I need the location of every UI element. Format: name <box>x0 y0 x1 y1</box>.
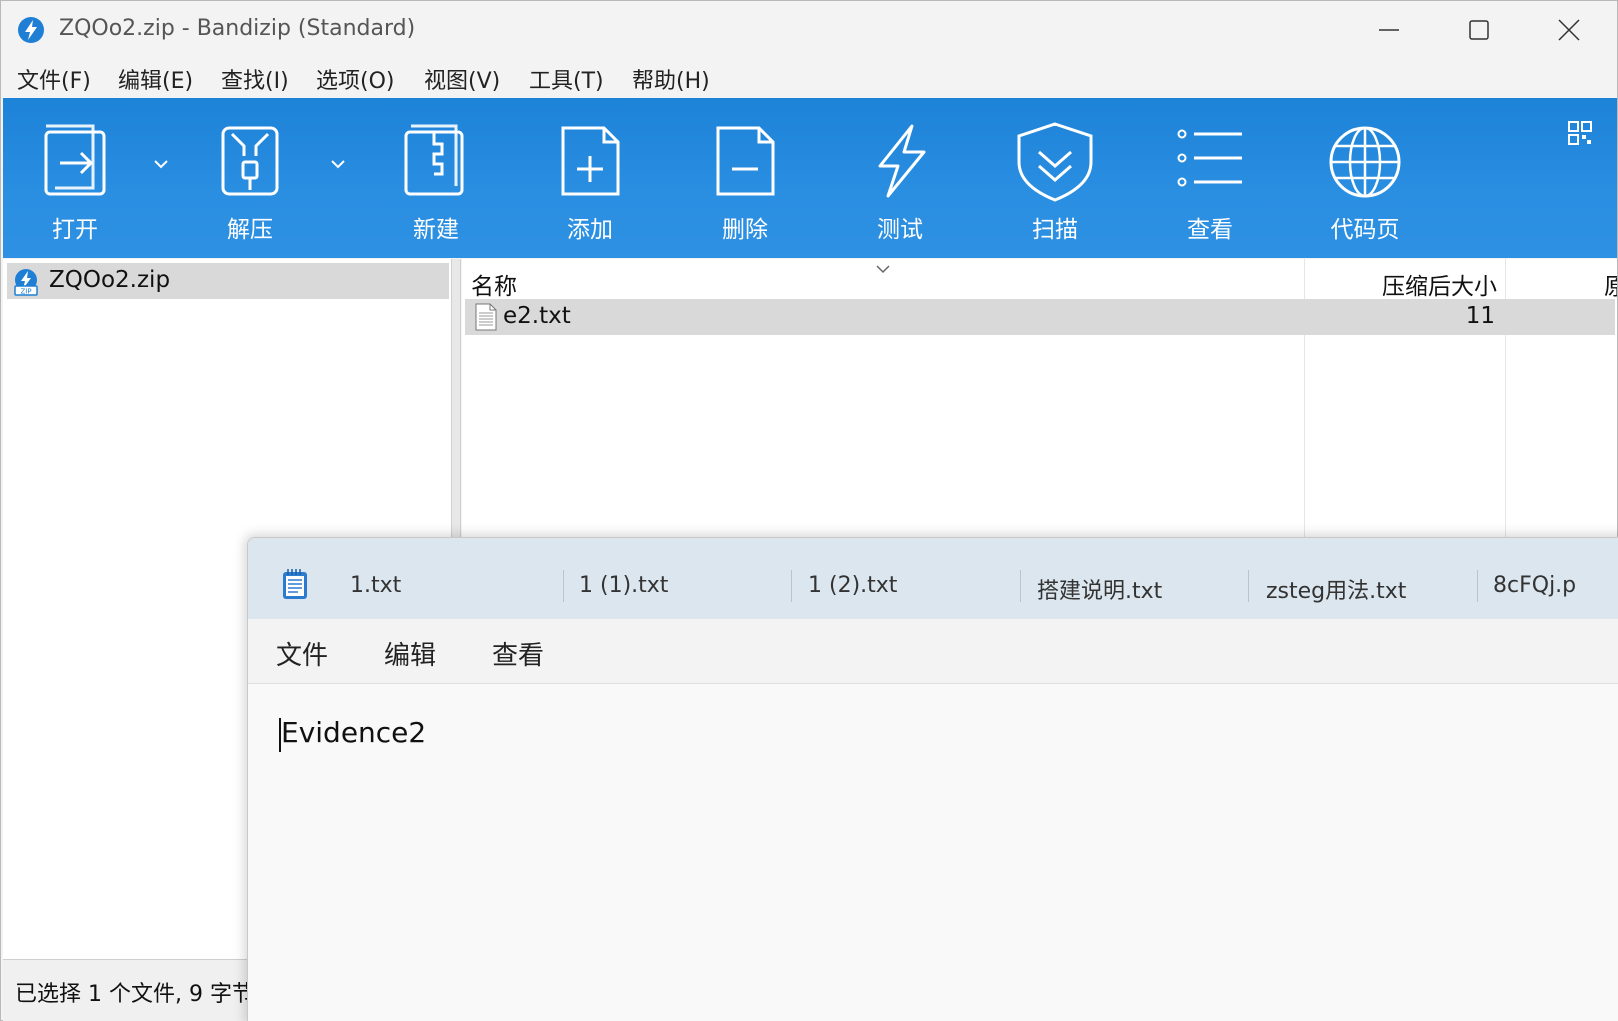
menu-file[interactable]: 文件(F) <box>17 63 91 95</box>
view-button[interactable]: 查看 <box>1150 98 1270 258</box>
tree-item-label: ZQOo2.zip <box>49 267 171 293</box>
text-editor[interactable]: Evidence2 <box>248 684 1618 1021</box>
list-view-icon <box>1177 129 1242 187</box>
tab-1-1-txt[interactable]: 1 (1).txt <box>579 573 668 598</box>
delete-label: 删除 <box>722 217 768 243</box>
tab-separator <box>563 570 564 602</box>
new-archive-icon <box>404 124 464 196</box>
delete-button[interactable]: 删除 <box>685 98 805 258</box>
lightning-icon <box>878 124 926 198</box>
menu-bar: 文件(F) 编辑(E) 查找(I) 选项(O) 视图(V) 工具(T) 帮助(H… <box>1 59 1617 97</box>
open-icon <box>44 124 106 196</box>
tab-separator <box>1477 570 1478 602</box>
scan-label: 扫描 <box>1032 217 1078 243</box>
maximize-button[interactable] <box>1434 1 1524 59</box>
new-archive-label: 新建 <box>413 217 459 243</box>
scan-button[interactable]: 扫描 <box>995 98 1115 258</box>
file-packed-size: 11 <box>1465 303 1495 329</box>
add-button[interactable]: 添加 <box>530 98 650 258</box>
menu-options[interactable]: 选项(O) <box>316 63 394 95</box>
title-bar[interactable]: ZQOo2.zip - Bandizip (Standard) <box>1 1 1617 59</box>
zip-archive-icon: ZIP <box>14 269 38 296</box>
notepad-app-icon <box>283 569 307 599</box>
status-text: 已选择 1 个文件, 9 字节 <box>15 982 254 1007</box>
toolbar: 打开 解压 新建 添加 删除 测试 扫描 查看 代码页 <box>3 98 1617 258</box>
globe-icon <box>1329 126 1401 198</box>
extract-button[interactable]: 解压 <box>190 98 310 258</box>
column-header: 名称 压缩后大小 原 <box>462 259 1617 301</box>
test-label: 测试 <box>877 217 923 243</box>
tab-zsteg-usage-txt[interactable]: zsteg用法.txt <box>1266 573 1406 605</box>
svg-text:ZIP: ZIP <box>20 288 31 296</box>
extract-dropdown-chevron-icon[interactable] <box>326 152 350 176</box>
extract-icon <box>221 126 279 196</box>
table-row[interactable]: e2.txt 11 <box>465 299 1615 335</box>
extract-label: 解压 <box>227 217 273 243</box>
codepage-label: 代码页 <box>1330 217 1400 243</box>
minimize-button[interactable] <box>1344 1 1434 59</box>
tab-1-txt[interactable]: 1.txt <box>350 573 401 598</box>
layout-grid-icon[interactable] <box>1567 120 1593 146</box>
editor-content: Evidence2 <box>281 716 427 749</box>
open-button[interactable]: 打开 <box>15 98 135 258</box>
notepad-menu-bar: 文件 编辑 查看 <box>248 619 1618 684</box>
menu-help[interactable]: 帮助(H) <box>632 63 710 95</box>
text-file-icon <box>475 303 497 331</box>
delete-file-icon <box>716 126 775 196</box>
open-label: 打开 <box>52 217 98 243</box>
menu-tools[interactable]: 工具(T) <box>529 63 604 95</box>
tree-item-archive[interactable]: ZIP ZQOo2.zip <box>7 263 449 299</box>
notepad-menu-file[interactable]: 文件 <box>276 635 328 672</box>
window-title: ZQOo2.zip - Bandizip (Standard) <box>59 16 416 41</box>
file-name: e2.txt <box>503 303 571 329</box>
shield-icon <box>1017 122 1093 202</box>
tab-1-2-txt[interactable]: 1 (2).txt <box>808 573 897 598</box>
menu-edit[interactable]: 编辑(E) <box>118 63 193 95</box>
maximize-icon <box>1469 20 1489 40</box>
menu-view[interactable]: 视图(V) <box>424 63 500 95</box>
notepad-menu-edit[interactable]: 编辑 <box>384 635 436 672</box>
new-archive-button[interactable]: 新建 <box>376 98 496 258</box>
test-button[interactable]: 测试 <box>840 98 960 258</box>
notepad-window: 1.txt 1 (1).txt 1 (2).txt 搭建说明.txt zsteg… <box>247 537 1618 1021</box>
tab-separator <box>1248 570 1249 602</box>
tab-separator <box>791 570 792 602</box>
notepad-tab-bar: 1.txt 1 (1).txt 1 (2).txt 搭建说明.txt zsteg… <box>248 538 1618 619</box>
view-label: 查看 <box>1187 217 1233 243</box>
menu-find[interactable]: 查找(I) <box>221 63 289 95</box>
close-button[interactable] <box>1524 1 1614 59</box>
open-dropdown-chevron-icon[interactable] <box>149 152 173 176</box>
tab-8cfqj[interactable]: 8cFQj.p <box>1493 573 1576 598</box>
bandizip-logo-icon <box>18 17 44 43</box>
close-icon <box>1558 19 1580 41</box>
column-original-size-header[interactable]: 原 <box>1604 267 1617 301</box>
tab-setup-notes-txt[interactable]: 搭建说明.txt <box>1037 573 1162 605</box>
column-packed-size-header[interactable]: 压缩后大小 <box>1312 267 1497 301</box>
minimize-icon <box>1379 29 1399 31</box>
column-name-header[interactable]: 名称 <box>471 267 517 301</box>
add-label: 添加 <box>567 217 613 243</box>
tab-separator <box>1020 570 1021 602</box>
codepage-button[interactable]: 代码页 <box>1305 98 1425 258</box>
notepad-menu-view[interactable]: 查看 <box>492 635 544 672</box>
add-file-icon <box>561 126 620 196</box>
sort-chevron-down-icon <box>876 265 890 274</box>
